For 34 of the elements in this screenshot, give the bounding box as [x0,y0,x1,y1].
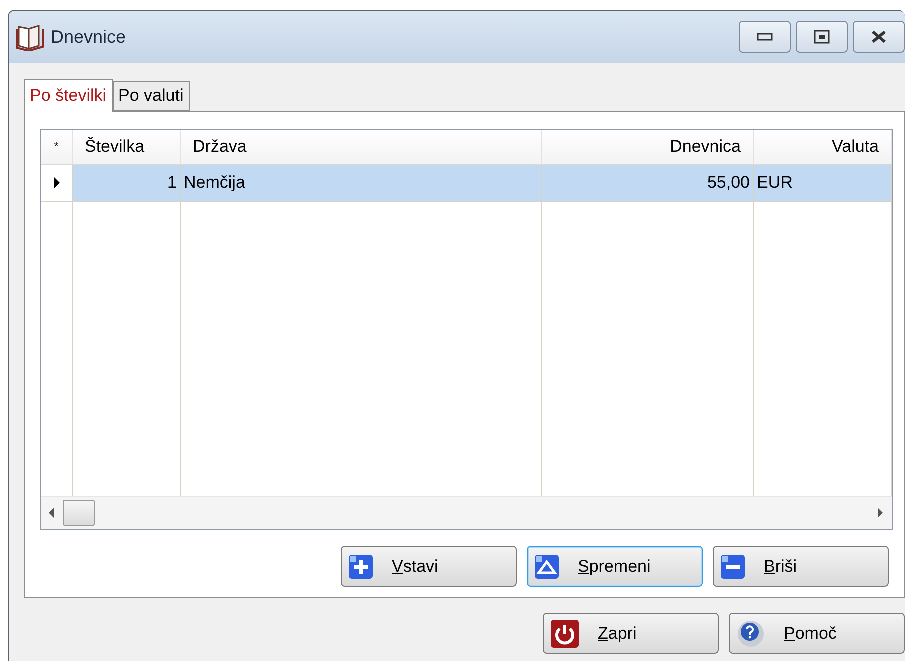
help-icon [736,618,766,648]
table-cell: Nemčija [181,165,542,202]
new-row-marker: * [41,130,73,165]
minimize-icon [757,33,773,41]
close-icon [871,30,887,44]
footer-button[interactable]: Zapri [543,613,719,654]
minus-icon [720,554,746,580]
restore-icon [814,30,830,44]
column-header[interactable]: Država [181,130,542,165]
window-title: Dnevnice [51,26,128,48]
power-icon [550,618,580,648]
restore-button[interactable] [796,21,848,53]
table-cell: 1 [73,165,181,202]
footer-button[interactable]: Pomoč [729,613,905,654]
action-button[interactable]: Briši [713,546,889,587]
table-cell: 55,00 [542,165,754,202]
book-icon [15,23,45,51]
tab[interactable]: Po številki [24,79,113,112]
plus-icon [348,554,374,580]
column-header[interactable]: Številka [73,130,181,165]
scroll-left-icon [49,508,55,518]
column-header[interactable]: Dnevnica [542,130,754,165]
action-button[interactable]: Spremeni [527,546,703,587]
action-button[interactable]: Vstavi [341,546,517,587]
scroll-thumb[interactable] [63,500,95,526]
row-pointer-icon [52,176,60,190]
tab[interactable]: Po valuti [112,81,190,111]
minimize-button[interactable] [739,21,791,53]
scroll-right-icon [878,508,884,518]
table-cell: EUR [754,165,892,202]
table-row[interactable]: 1 Nemčija 55,00 EUR [41,165,892,202]
column-header[interactable]: Valuta [754,130,892,165]
close-button[interactable] [853,21,905,53]
horizontal-scrollbar[interactable] [41,496,892,529]
